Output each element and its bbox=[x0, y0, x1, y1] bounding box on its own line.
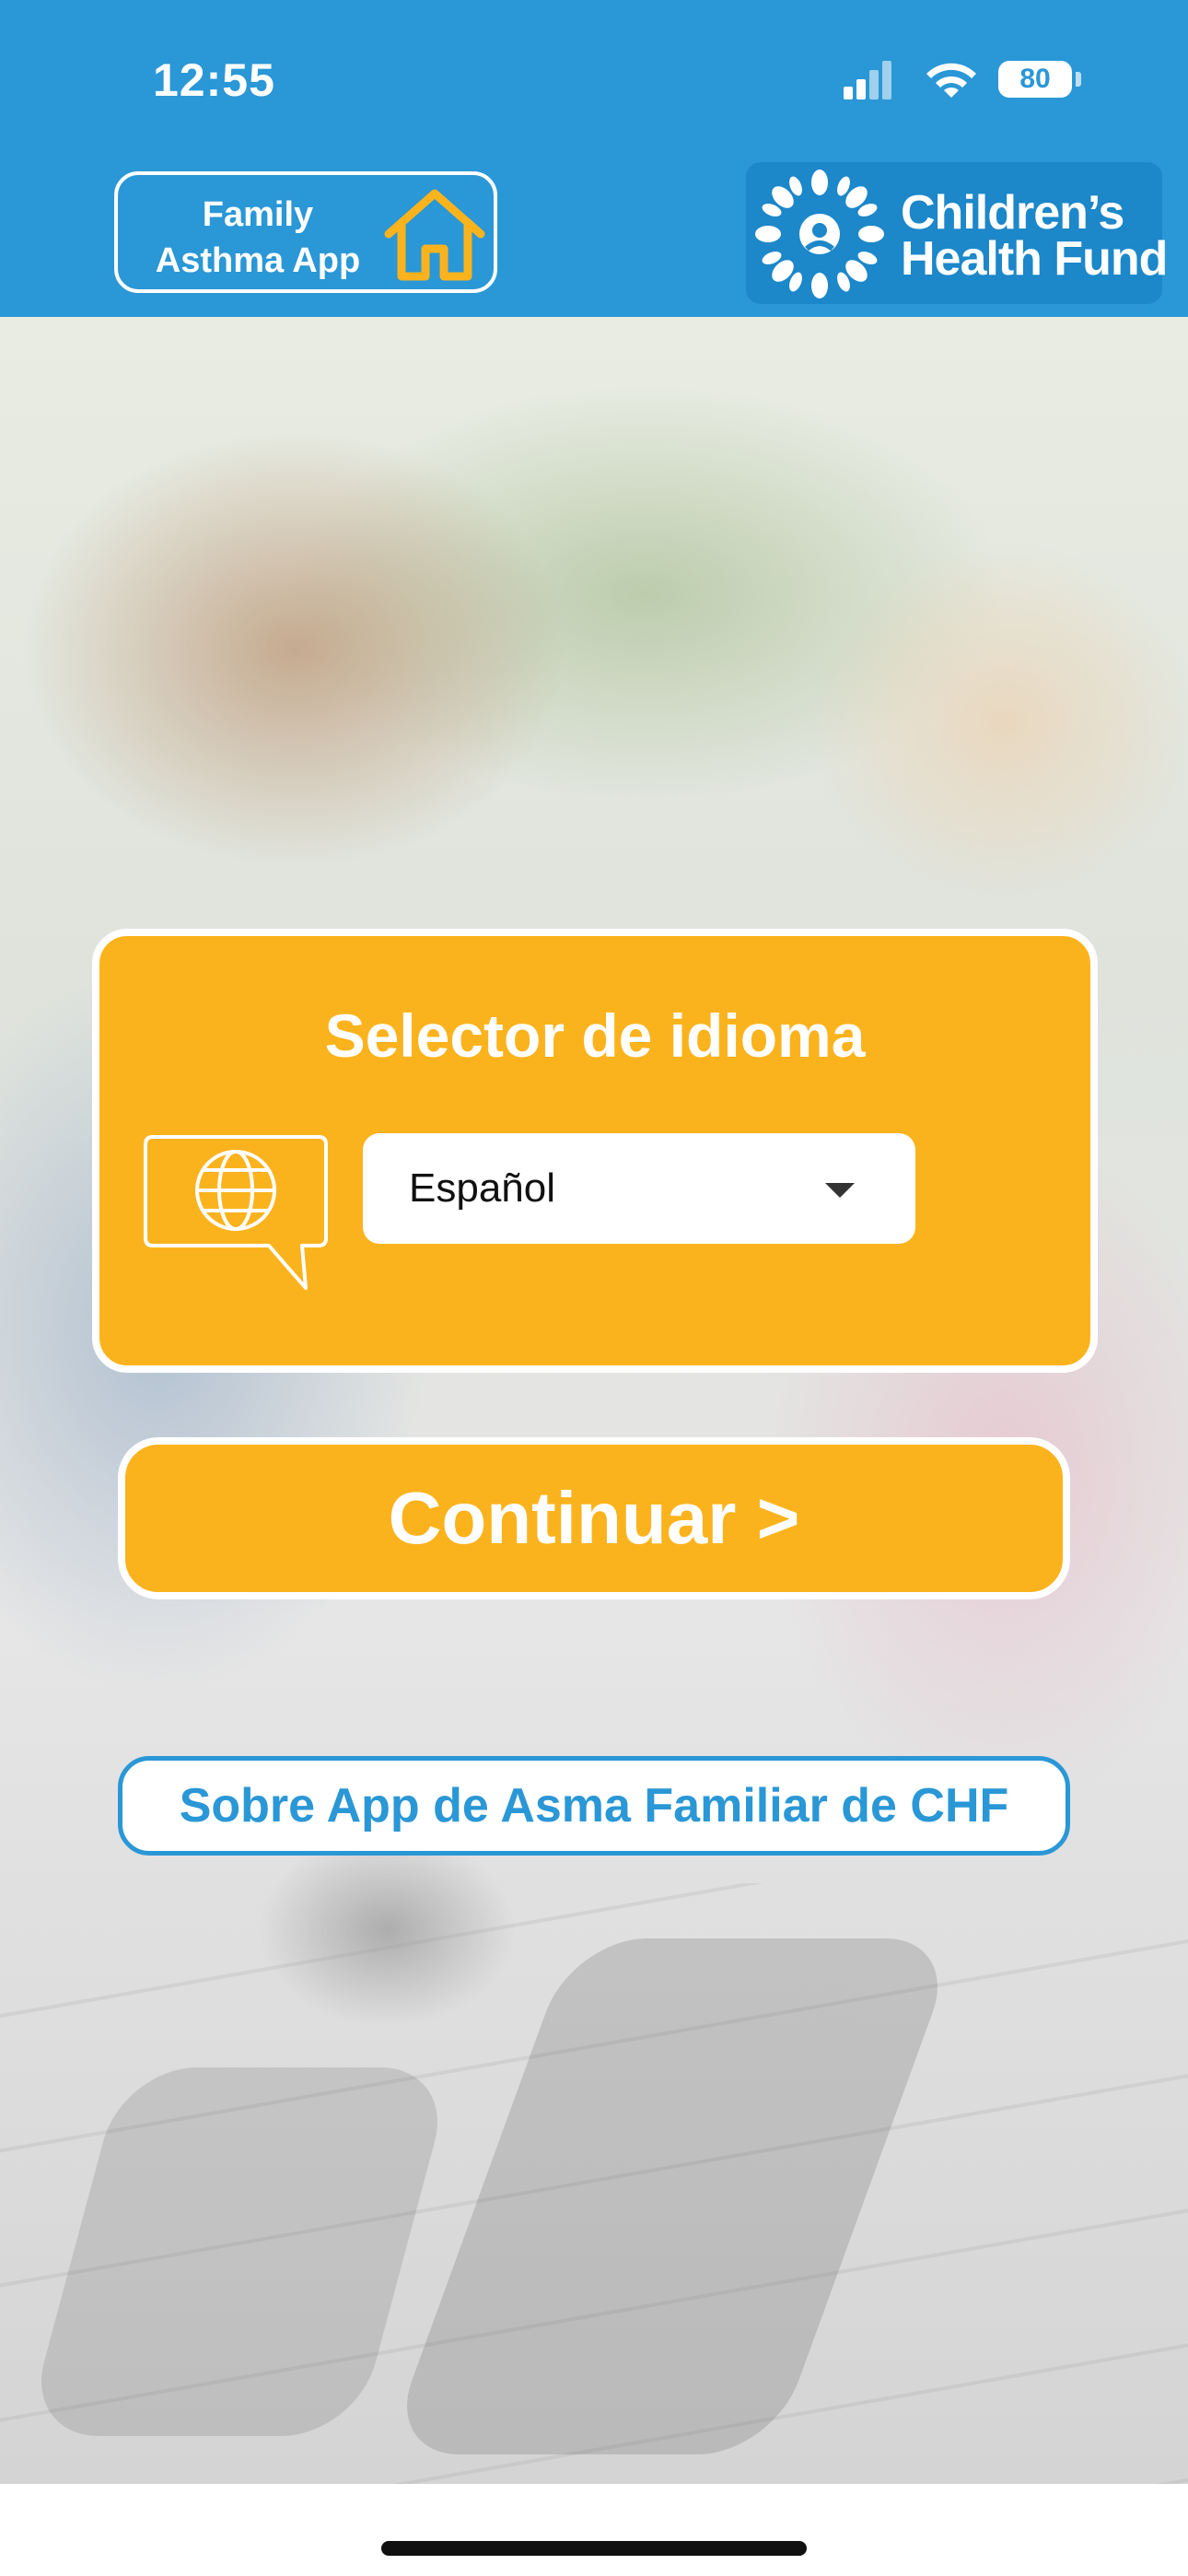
about-app-button-label: Sobre App de Asma Familiar de CHF bbox=[179, 1779, 1009, 1832]
home-indicator[interactable] bbox=[381, 2541, 807, 2556]
chf-logo-line1: Children’s bbox=[901, 186, 1124, 240]
sun-logo-icon bbox=[755, 170, 884, 299]
globe-speech-bubble-icon bbox=[144, 1135, 328, 1290]
cellular-signal-icon bbox=[844, 61, 891, 100]
about-app-button[interactable]: Sobre App de Asma Familiar de CHF bbox=[118, 1756, 1070, 1856]
language-selector-title: Selector de idioma bbox=[324, 1001, 866, 1070]
continue-button[interactable]: Continuar > bbox=[118, 1437, 1070, 1599]
status-time: 12:55 bbox=[153, 54, 275, 106]
chevron-down-icon bbox=[825, 1183, 855, 1198]
continue-button-label: Continuar > bbox=[388, 1477, 800, 1559]
chf-logo-line2: Health Fund bbox=[901, 232, 1168, 286]
app-badge-line2: Asthma App bbox=[155, 241, 361, 280]
language-dropdown[interactable]: Español bbox=[363, 1133, 915, 1244]
battery-level: 80 bbox=[1019, 64, 1051, 94]
app-badge-text: Family Asthma App bbox=[138, 192, 378, 284]
language-selector-card: Selector de idioma Español bbox=[92, 929, 1098, 1373]
chf-logo-text: Children’s Health Fund bbox=[901, 186, 1168, 286]
wifi-icon bbox=[926, 63, 976, 98]
header-bar: 12:55 80 Family Asthma App Children’s He… bbox=[0, 0, 1188, 317]
family-asthma-app-badge: Family Asthma App bbox=[114, 171, 497, 293]
childrens-health-fund-logo: Children’s Health Fund bbox=[746, 162, 1168, 304]
battery-icon: 80 bbox=[998, 61, 1072, 98]
language-dropdown-value: Español bbox=[409, 1165, 556, 1211]
battery-tip bbox=[1076, 72, 1081, 87]
background-photo bbox=[0, 317, 1188, 2484]
bottom-safe-area bbox=[0, 2484, 1188, 2576]
app-badge-line1: Family bbox=[202, 195, 314, 234]
house-icon bbox=[384, 189, 485, 281]
status-icons: 80 bbox=[840, 57, 1081, 105]
